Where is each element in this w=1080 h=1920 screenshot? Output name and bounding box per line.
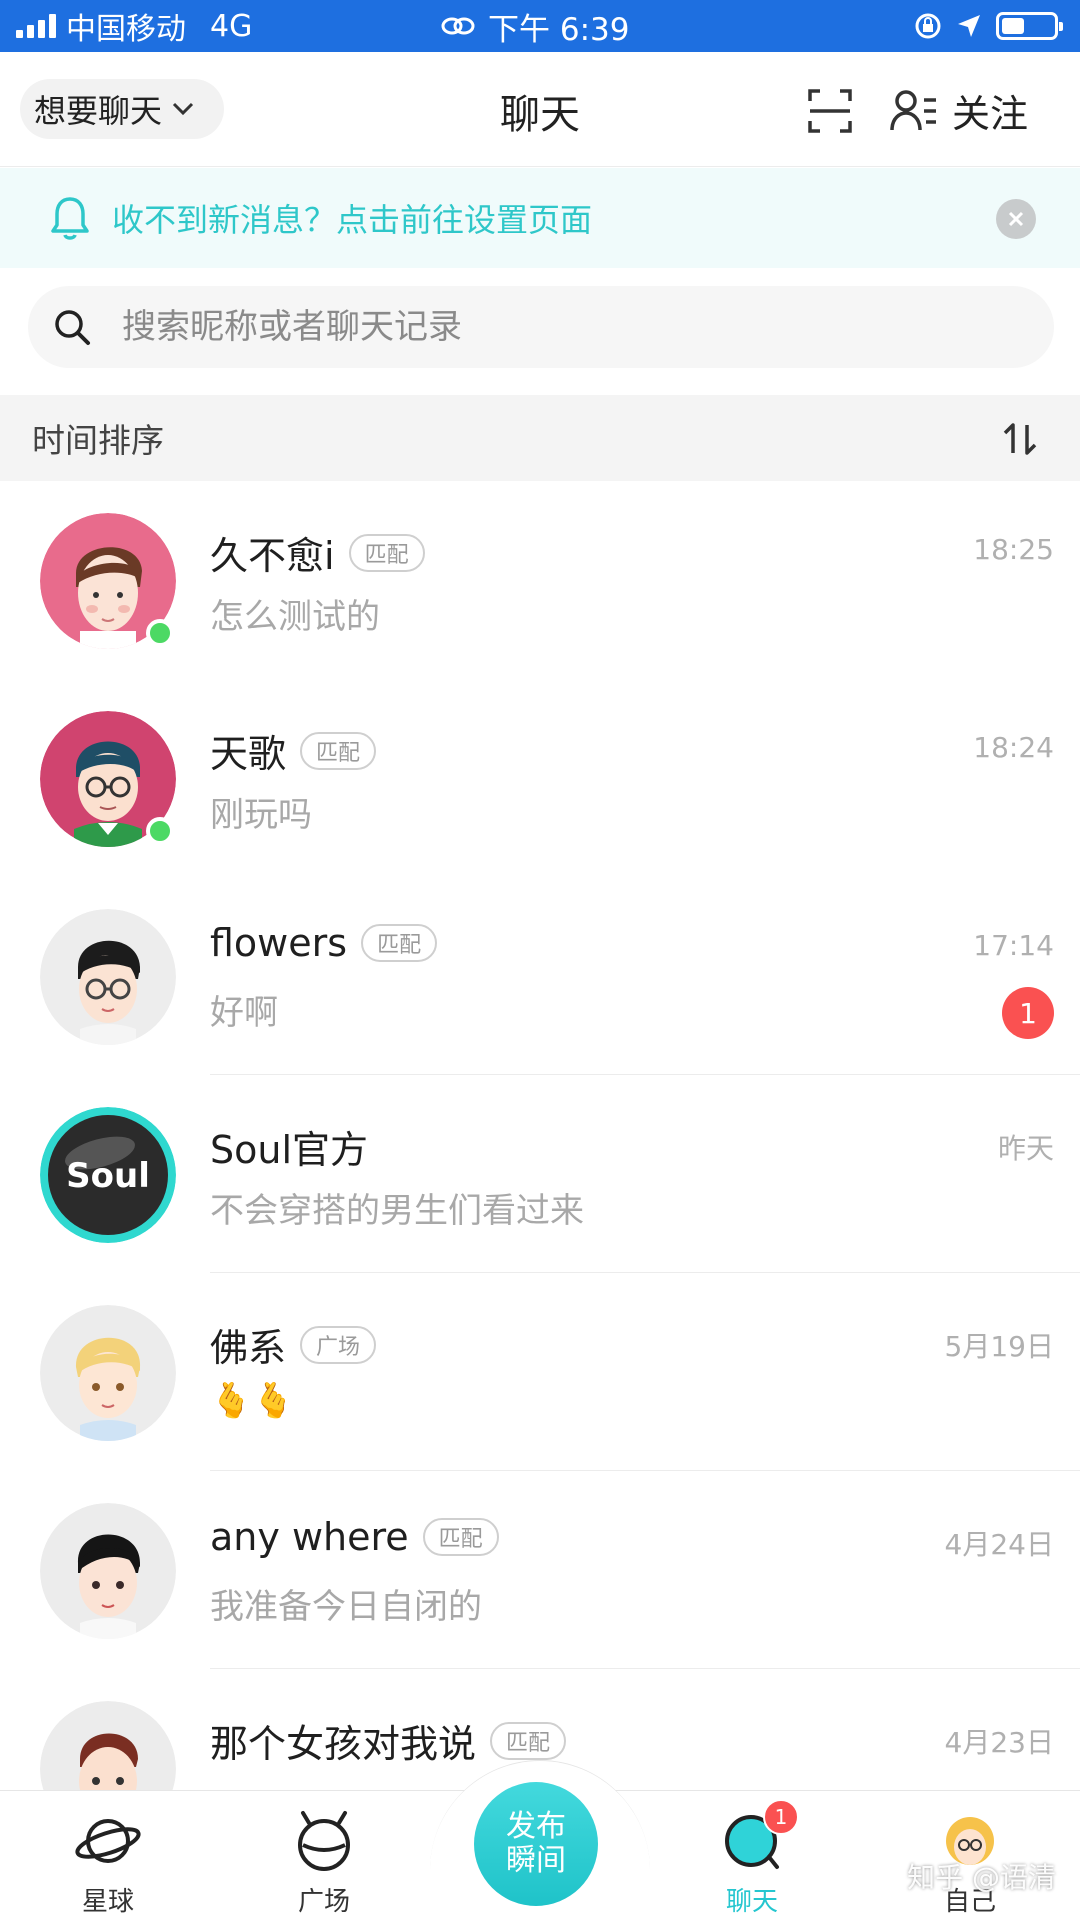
planet-icon xyxy=(75,1819,141,1863)
last-message: 刚玩吗 xyxy=(210,795,312,835)
chat-time: 4月23日 xyxy=(944,1726,1054,1759)
follow-label: 关注 xyxy=(952,91,1029,136)
last-message: 不会穿搭的男生们看过来 xyxy=(210,1191,584,1231)
avatar-container xyxy=(40,1503,176,1639)
chat-list: 久不愈i 匹配 18:25 怎么测试的 天歌 匹配 18:24 刚玩吗 flow… xyxy=(0,481,1080,1867)
mode-selector-label: 想要聊天 xyxy=(34,92,163,130)
network-label: 4G xyxy=(210,8,253,44)
carrier-label: 中国移动 xyxy=(66,12,186,47)
chat-time: 4月24日 xyxy=(944,1528,1054,1561)
bell-icon xyxy=(51,197,89,240)
sort-label: 时间排序 xyxy=(32,421,164,460)
contact-name: any where xyxy=(210,1515,409,1559)
tab-chat[interactable]: 1 聊天 xyxy=(672,1791,832,1920)
chat-time: 18:24 xyxy=(973,731,1054,764)
contact-name: 久不愈i xyxy=(210,534,335,578)
follow-button[interactable]: 关注 xyxy=(890,80,1028,140)
nav-bar: 想要聊天 聊天 关注 xyxy=(0,52,1080,167)
close-icon[interactable] xyxy=(996,199,1036,239)
search-bar[interactable] xyxy=(28,286,1054,368)
chat-time: 17:14 xyxy=(973,929,1054,962)
tab-planet-label: 星球 xyxy=(81,1887,134,1917)
source-tag: 匹配 xyxy=(300,731,377,770)
chat-name-row: 佛系 广场 xyxy=(210,1317,377,1372)
last-message: 好啊 xyxy=(210,993,278,1033)
last-message: 🫰🫰 xyxy=(210,1381,295,1421)
tab-square-label: 广场 xyxy=(297,1887,350,1917)
tab-square[interactable]: 广场 xyxy=(244,1791,404,1920)
blond-boy-avatar[interactable] xyxy=(40,1305,176,1441)
status-left: 中国移动 4G xyxy=(16,0,252,52)
battery-icon xyxy=(996,12,1063,40)
source-tag: 广场 xyxy=(300,1325,377,1364)
chat-time: 18:25 xyxy=(973,533,1054,566)
notice-text[interactable]: 收不到新消息？点击前往设置页面 xyxy=(112,195,592,241)
source-tag: 匹配 xyxy=(361,924,438,962)
chat-tab-badge: 1 xyxy=(763,1799,799,1835)
chat-time: 昨天 xyxy=(997,1132,1054,1165)
user-list-icon xyxy=(890,90,936,131)
chevron-down-icon xyxy=(172,102,194,116)
source-tag: 匹配 xyxy=(348,533,425,572)
chat-name-row: Soul官方 xyxy=(210,1119,368,1174)
tab-chat-label: 聊天 xyxy=(725,1887,778,1917)
link-icon xyxy=(441,17,475,35)
chat-row[interactable]: any where 匹配 4月24日 我准备今日自闭的 xyxy=(0,1471,1080,1669)
chat-name-row: 久不愈i 匹配 xyxy=(210,525,425,580)
avatar-container xyxy=(40,513,176,649)
avatar-container xyxy=(40,909,176,1045)
publish-container: 发布 瞬间 xyxy=(430,1760,650,1920)
location-icon xyxy=(958,15,980,37)
online-indicator xyxy=(146,817,174,845)
tab-planet[interactable]: 星球 xyxy=(28,1791,188,1920)
sort-toggle-icon[interactable] xyxy=(1000,419,1040,459)
contact-name: flowers xyxy=(210,921,348,965)
contact-name: 那个女孩对我说 xyxy=(210,1722,477,1766)
chat-name-row: 天歌 匹配 xyxy=(210,723,377,778)
close-x-glyph xyxy=(1008,211,1024,227)
chat-time: 5月19日 xyxy=(944,1330,1054,1363)
rotation-lock-icon xyxy=(915,13,941,39)
source-tag: 匹配 xyxy=(422,1518,499,1556)
avatar-container: Soul xyxy=(40,1107,176,1243)
status-center: 下午 6:39 xyxy=(440,0,629,52)
status-right xyxy=(914,0,1063,52)
contact-name: Soul官方 xyxy=(210,1128,369,1172)
chat-name-row: flowers 匹配 xyxy=(210,921,438,965)
clock: 下午 6:39 xyxy=(488,11,630,48)
chat-tab-icon-wrap: 1 xyxy=(717,1799,799,1873)
chat-row[interactable]: flowers 匹配 17:14 好啊 1 xyxy=(0,877,1080,1075)
watermark-text: 知乎 @语清 xyxy=(907,1861,1056,1894)
status-bar: 中国移动 4G 下午 6:39 xyxy=(0,0,1080,52)
avatar-container xyxy=(40,711,176,847)
unread-badge: 1 xyxy=(1002,987,1054,1039)
svg-text:Soul: Soul xyxy=(66,1156,150,1196)
notification-banner[interactable]: 收不到新消息？点击前往设置页面 xyxy=(0,168,1080,268)
publish-moment-button[interactable]: 发布 瞬间 xyxy=(474,1782,598,1906)
chat-row[interactable]: 佛系 广场 5月19日 🫰🫰 xyxy=(0,1273,1080,1471)
soul-logo-avatar[interactable]: Soul xyxy=(40,1107,176,1243)
chat-row[interactable]: 天歌 匹配 18:24 刚玩吗 xyxy=(0,679,1080,877)
contact-name: 佛系 xyxy=(210,1326,287,1370)
chat-row[interactable]: Soul Soul官方 昨天 不会穿搭的男生们看过来 xyxy=(0,1075,1080,1273)
avatar-container xyxy=(40,1305,176,1441)
online-indicator xyxy=(146,619,174,647)
sort-bar: 时间排序 xyxy=(0,395,1080,481)
dark-hair-boy-avatar[interactable] xyxy=(40,1503,176,1639)
signal-icon xyxy=(16,14,56,38)
last-message: 怎么测试的 xyxy=(210,597,380,637)
contact-name: 天歌 xyxy=(210,732,287,776)
glasses-boy-gray-avatar[interactable] xyxy=(40,909,176,1045)
scan-icon[interactable] xyxy=(806,87,854,135)
search-input[interactable] xyxy=(122,307,972,347)
chat-row[interactable]: 久不愈i 匹配 18:25 怎么测试的 xyxy=(0,481,1080,679)
square-icon xyxy=(298,1811,350,1871)
last-message: 我准备今日自闭的 xyxy=(210,1587,482,1627)
mode-selector[interactable]: 想要聊天 xyxy=(20,79,224,139)
search-icon xyxy=(55,310,90,345)
source-tag: 匹配 xyxy=(490,1721,567,1760)
chat-name-row: any where 匹配 xyxy=(210,1515,499,1559)
